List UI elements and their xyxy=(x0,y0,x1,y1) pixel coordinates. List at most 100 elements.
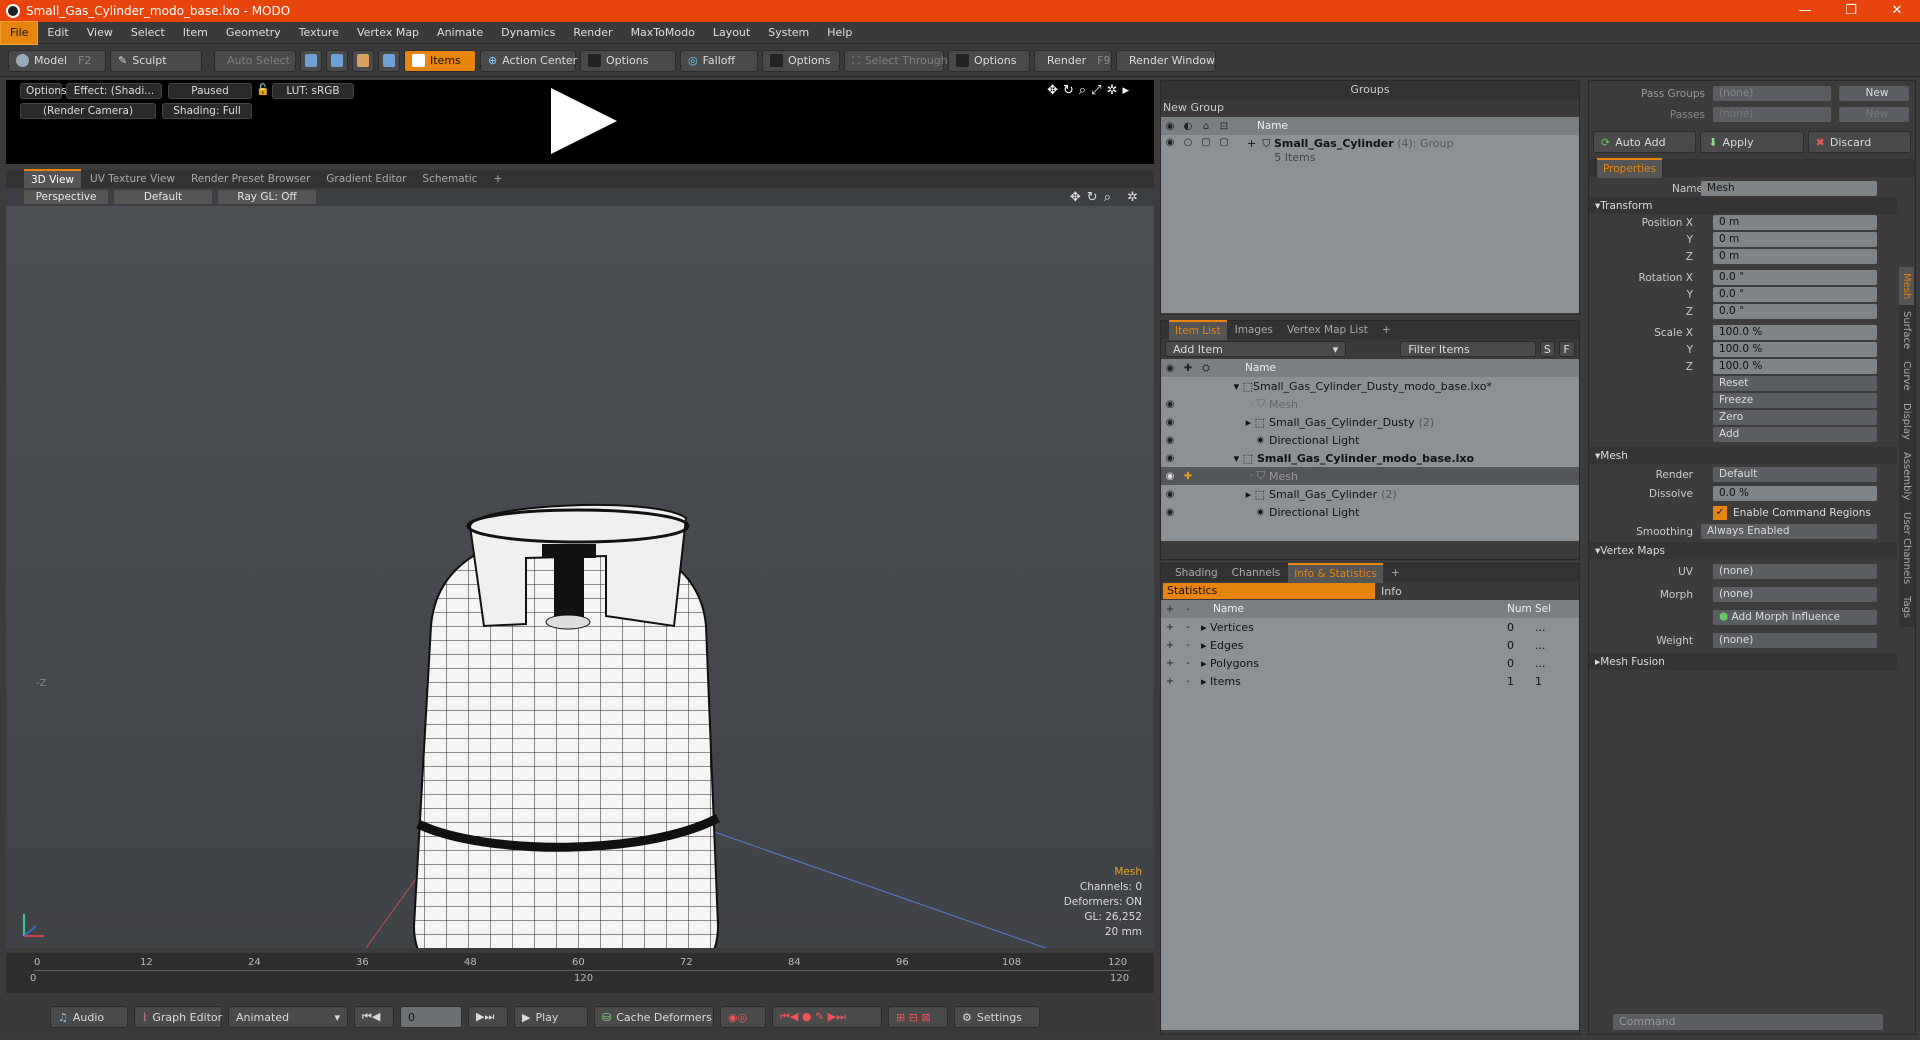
uv-dropdown[interactable]: (none) xyxy=(1713,564,1877,579)
select-toggle-icon[interactable]: ▢ xyxy=(1215,137,1233,148)
preview-options-button[interactable]: Options xyxy=(20,83,67,99)
name-field[interactable]: Mesh xyxy=(1701,181,1877,196)
menu-dynamics[interactable]: Dynamics xyxy=(492,22,564,44)
add-tab-button[interactable]: + xyxy=(486,170,509,188)
transform-section[interactable]: ▾ Transform xyxy=(1589,197,1897,214)
tab-channels[interactable]: Channels xyxy=(1226,564,1287,582)
eye-icon[interactable]: ◉ xyxy=(1161,507,1179,518)
reset-dropdown[interactable]: Reset xyxy=(1713,376,1877,391)
side-tab-display[interactable]: Display xyxy=(1899,397,1914,446)
scale-z-field[interactable]: 100.0 % xyxy=(1713,359,1877,374)
settings-button[interactable]: ⚙ Settings xyxy=(954,1006,1040,1028)
tab-gradient-editor[interactable]: Gradient Editor xyxy=(319,170,413,188)
statistics-row[interactable]: + - ▸ Polygons 0... xyxy=(1161,654,1579,672)
expand-icon[interactable]: ▸ xyxy=(1201,639,1210,652)
mesh-fusion-section[interactable]: ▸ Mesh Fusion xyxy=(1589,653,1897,670)
effect-dropdown[interactable]: Effect: (Shadi... xyxy=(66,83,162,99)
render-dropdown[interactable]: Default xyxy=(1713,467,1877,482)
eye-icon[interactable]: ◉ xyxy=(1161,435,1179,446)
camera-dropdown[interactable]: (Render Camera) xyxy=(20,103,156,119)
expand-icon[interactable]: ▸ ⬚ xyxy=(1179,488,1265,501)
timeline-ruler[interactable]: 0 12 24 36 48 60 72 84 96 108 120 0 120 … xyxy=(30,957,1130,987)
lock-icon[interactable]: 🔓 xyxy=(256,83,270,96)
items-mode-button[interactable]: Items xyxy=(404,49,476,72)
side-tab-user-channels[interactable]: User Channels xyxy=(1899,506,1914,590)
eye-icon[interactable]: ◉ xyxy=(1161,471,1179,482)
new-pass-button[interactable]: New xyxy=(1839,107,1909,122)
scale-y-field[interactable]: 100.0 % xyxy=(1713,342,1877,357)
vertices-mode-button[interactable] xyxy=(300,49,322,72)
eye-icon[interactable]: ◉ xyxy=(1161,399,1179,410)
audio-button[interactable]: ♫ Audio xyxy=(50,1006,128,1028)
play-icon[interactable] xyxy=(551,88,617,154)
lock-icon[interactable]: ✚ xyxy=(1179,471,1197,482)
eye-icon[interactable]: ◉ xyxy=(1161,453,1179,464)
item-row[interactable]: ▾ ⬚ Small_Gas_Cylinder_Dusty_modo_base.lx… xyxy=(1161,377,1579,395)
discard-button[interactable]: ✖ Discard xyxy=(1807,131,1911,153)
scale-x-field[interactable]: 100.0 % xyxy=(1713,325,1877,340)
auto-select-button[interactable]: Auto Select xyxy=(214,49,296,72)
shading-dropdown[interactable]: Shading: Full xyxy=(162,103,252,119)
tab-render-preset-browser[interactable]: Render Preset Browser xyxy=(184,170,317,188)
position-y-field[interactable]: 0 m xyxy=(1713,232,1877,247)
checkbox-checked-icon[interactable]: ✓ xyxy=(1713,505,1727,520)
vertex-maps-section[interactable]: ▾ Vertex Maps xyxy=(1589,542,1897,559)
command-input[interactable]: Command xyxy=(1613,1014,1883,1030)
eye-icon[interactable]: ◉ xyxy=(1161,137,1179,148)
key-transport-buttons[interactable]: ⏮◀ ● ✎ ▶⏭ xyxy=(772,1006,882,1028)
lut-dropdown[interactable]: LUT: sRGB xyxy=(272,83,354,99)
tab-shading[interactable]: Shading xyxy=(1169,564,1224,582)
menu-animate[interactable]: Animate xyxy=(428,22,492,44)
menu-layout[interactable]: Layout xyxy=(704,22,759,44)
menu-render[interactable]: Render xyxy=(564,22,621,44)
add-item-dropdown[interactable]: Add Item ▾ xyxy=(1165,341,1347,357)
new-pass-group-button[interactable]: New xyxy=(1839,86,1909,101)
side-tab-surface[interactable]: Surface xyxy=(1899,305,1914,355)
item-row[interactable]: ◉ ▾ ⬚ Small_Gas_Cylinder_modo_base.lxo xyxy=(1161,449,1579,467)
collapse-icon[interactable]: ▾ ⬚ xyxy=(1161,380,1253,393)
restore-button[interactable]: ❐ xyxy=(1828,0,1874,22)
eye-icon[interactable]: ◉ xyxy=(1161,417,1179,428)
pass-groups-dropdown[interactable]: (none) xyxy=(1713,86,1831,101)
add-tab-button[interactable]: + xyxy=(1376,321,1397,339)
add-dropdown[interactable]: Add xyxy=(1713,427,1877,442)
falloff-button[interactable]: ◎ Falloff xyxy=(680,49,758,72)
info-subtab[interactable]: Info xyxy=(1375,585,1402,598)
lock-toggle-icon[interactable]: ▢ xyxy=(1197,137,1215,148)
record-key-buttons[interactable]: ◉◎ xyxy=(720,1006,766,1028)
select-through-button[interactable]: ⛶ Select Through xyxy=(844,49,948,72)
expand-icon[interactable]: ▸ xyxy=(1201,675,1210,688)
add-tab-button[interactable]: + xyxy=(1385,564,1406,582)
menu-vertex-map[interactable]: Vertex Map xyxy=(348,22,428,44)
sculpt-mode-button[interactable]: ✎ Sculpt xyxy=(110,49,202,72)
s-button[interactable]: S xyxy=(1539,341,1556,357)
eye-icon[interactable]: ◉ xyxy=(1161,489,1179,500)
side-tab-mesh[interactable]: Mesh xyxy=(1899,267,1914,306)
statistics-row[interactable]: + - ▸ Vertices 0... xyxy=(1161,618,1579,636)
item-row[interactable]: ◉ ▸ ⬚ Small_Gas_Cylinder (2) xyxy=(1161,485,1579,503)
minimize-button[interactable]: — xyxy=(1782,0,1828,22)
materials-mode-button[interactable] xyxy=(378,49,400,72)
action-center-options-button[interactable]: Options xyxy=(580,49,676,72)
side-tab-tags[interactable]: Tags xyxy=(1899,590,1914,624)
model-mode-button[interactable]: Model F2 xyxy=(8,49,106,72)
item-row[interactable]: ◉ ✷ Directional Light xyxy=(1161,431,1579,449)
falloff-options-button[interactable]: Options xyxy=(762,49,840,72)
rotation-x-field[interactable]: 0.0 ° xyxy=(1713,270,1877,285)
render-window-button[interactable]: Render Window xyxy=(1116,49,1216,72)
side-tab-curve[interactable]: Curve xyxy=(1899,355,1914,397)
edges-mode-button[interactable] xyxy=(326,49,348,72)
3d-viewport[interactable]: Perspective Default Ray GL: Off ✥↻⌕ ✲ -Z xyxy=(6,188,1154,948)
menu-geometry[interactable]: Geometry xyxy=(217,22,290,44)
remove-selection-icon[interactable]: - xyxy=(1179,640,1197,651)
select-options-button[interactable]: Options xyxy=(948,49,1030,72)
skip-end-buttons[interactable]: ▶⏭ xyxy=(468,1006,508,1028)
remove-selection-icon[interactable]: - xyxy=(1179,658,1197,669)
render-toggle-icon[interactable]: ○ xyxy=(1179,137,1197,148)
perspective-dropdown[interactable]: Perspective xyxy=(24,190,108,204)
f-button[interactable]: F xyxy=(1559,341,1575,357)
menu-edit[interactable]: Edit xyxy=(38,22,77,44)
zero-dropdown[interactable]: Zero xyxy=(1713,410,1877,425)
tab-uv-texture-view[interactable]: UV Texture View xyxy=(83,170,182,188)
menu-maxtomodo[interactable]: MaxToModo xyxy=(622,22,704,44)
